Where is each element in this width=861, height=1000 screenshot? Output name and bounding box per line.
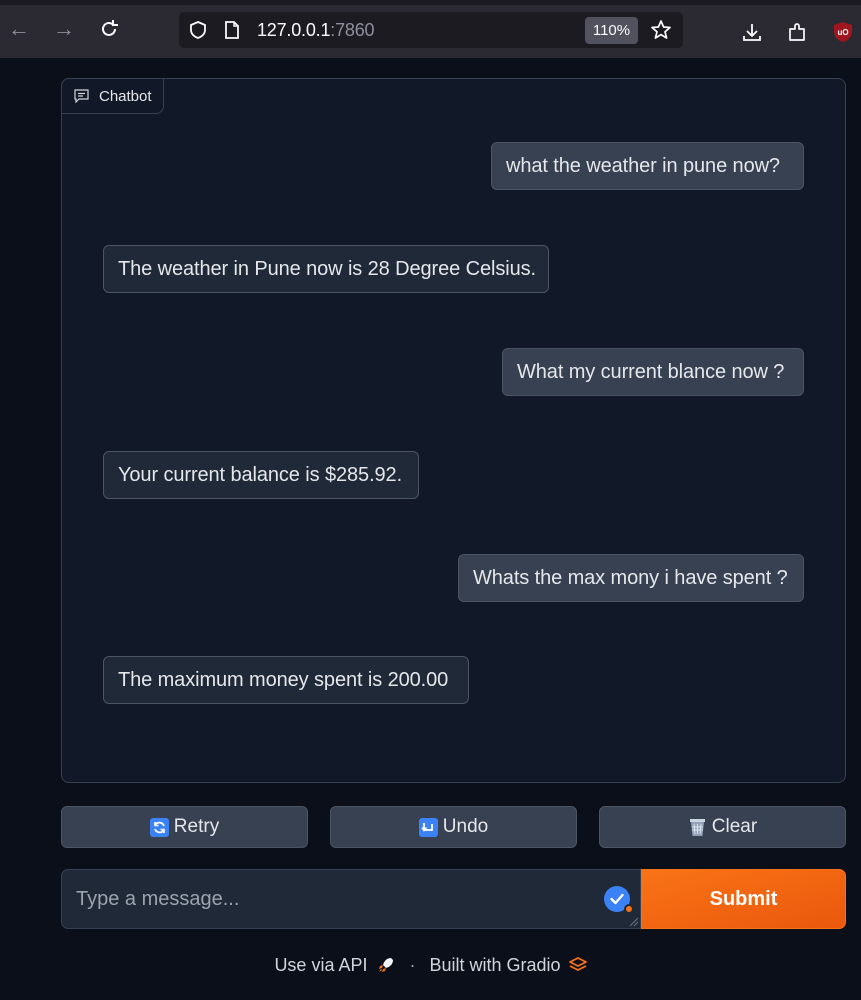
- retry-icon: [149, 817, 169, 837]
- footer-separator: ·: [409, 954, 416, 975]
- download-icon[interactable]: [741, 21, 763, 43]
- retry-button[interactable]: Retry: [61, 806, 308, 848]
- user-message: what the weather in pune now?: [491, 142, 804, 190]
- bot-message: Your current balance is $285.92.: [103, 451, 419, 499]
- undo-button[interactable]: Undo: [330, 806, 577, 848]
- submit-button[interactable]: Submit: [641, 869, 846, 929]
- url-bar[interactable]: 127.0.0.1:7860 110%: [179, 12, 683, 48]
- resize-handle-icon[interactable]: [629, 917, 638, 926]
- bookmark-star-icon[interactable]: [650, 19, 672, 41]
- footer: Use via API · Built with Gradio: [0, 951, 861, 979]
- bot-message: The maximum money spent is 200.00: [103, 656, 469, 704]
- url-port: :7860: [330, 20, 375, 40]
- chat-icon: [74, 89, 89, 103]
- clear-label: Clear: [711, 816, 758, 837]
- use-via-api-link[interactable]: Use via API: [274, 955, 367, 976]
- page-icon: [225, 21, 239, 39]
- retry-label: Retry: [173, 816, 220, 837]
- message-input[interactable]: [62, 870, 602, 928]
- reload-icon[interactable]: [96, 16, 122, 42]
- url-text[interactable]: 127.0.0.1:7860: [257, 20, 375, 41]
- gradio-logo-icon: [568, 957, 587, 971]
- trash-icon: [689, 819, 705, 836]
- message-input-wrapper: [61, 869, 641, 929]
- back-icon[interactable]: ←: [6, 16, 32, 42]
- user-message: Whats the max mony i have spent ?: [458, 554, 804, 602]
- chatbot-label-text: Chatbot: [99, 87, 152, 105]
- grammar-status-dot: [624, 904, 634, 914]
- rocket-icon: [379, 958, 394, 972]
- url-host: 127.0.0.1: [257, 20, 331, 40]
- shield-icon[interactable]: [189, 21, 207, 39]
- svg-text:uO: uO: [837, 28, 848, 37]
- built-with-gradio-link[interactable]: Built with Gradio: [429, 955, 560, 976]
- user-message: What my current blance now ?: [502, 348, 804, 396]
- browser-toolbar: ← → 127.0.0.1:7860 110% uO: [0, 0, 861, 58]
- bot-message: The weather in Pune now is 28 Degree Cel…: [103, 245, 549, 293]
- extensions-icon[interactable]: [787, 21, 809, 43]
- clear-button[interactable]: Clear: [599, 806, 846, 848]
- ublock-origin-icon[interactable]: uO: [832, 21, 854, 43]
- zoom-level[interactable]: 110%: [585, 17, 638, 44]
- forward-icon[interactable]: →: [51, 16, 77, 42]
- undo-icon: [418, 817, 438, 837]
- chatbot-label: Chatbot: [61, 78, 164, 114]
- undo-label: Undo: [442, 816, 489, 837]
